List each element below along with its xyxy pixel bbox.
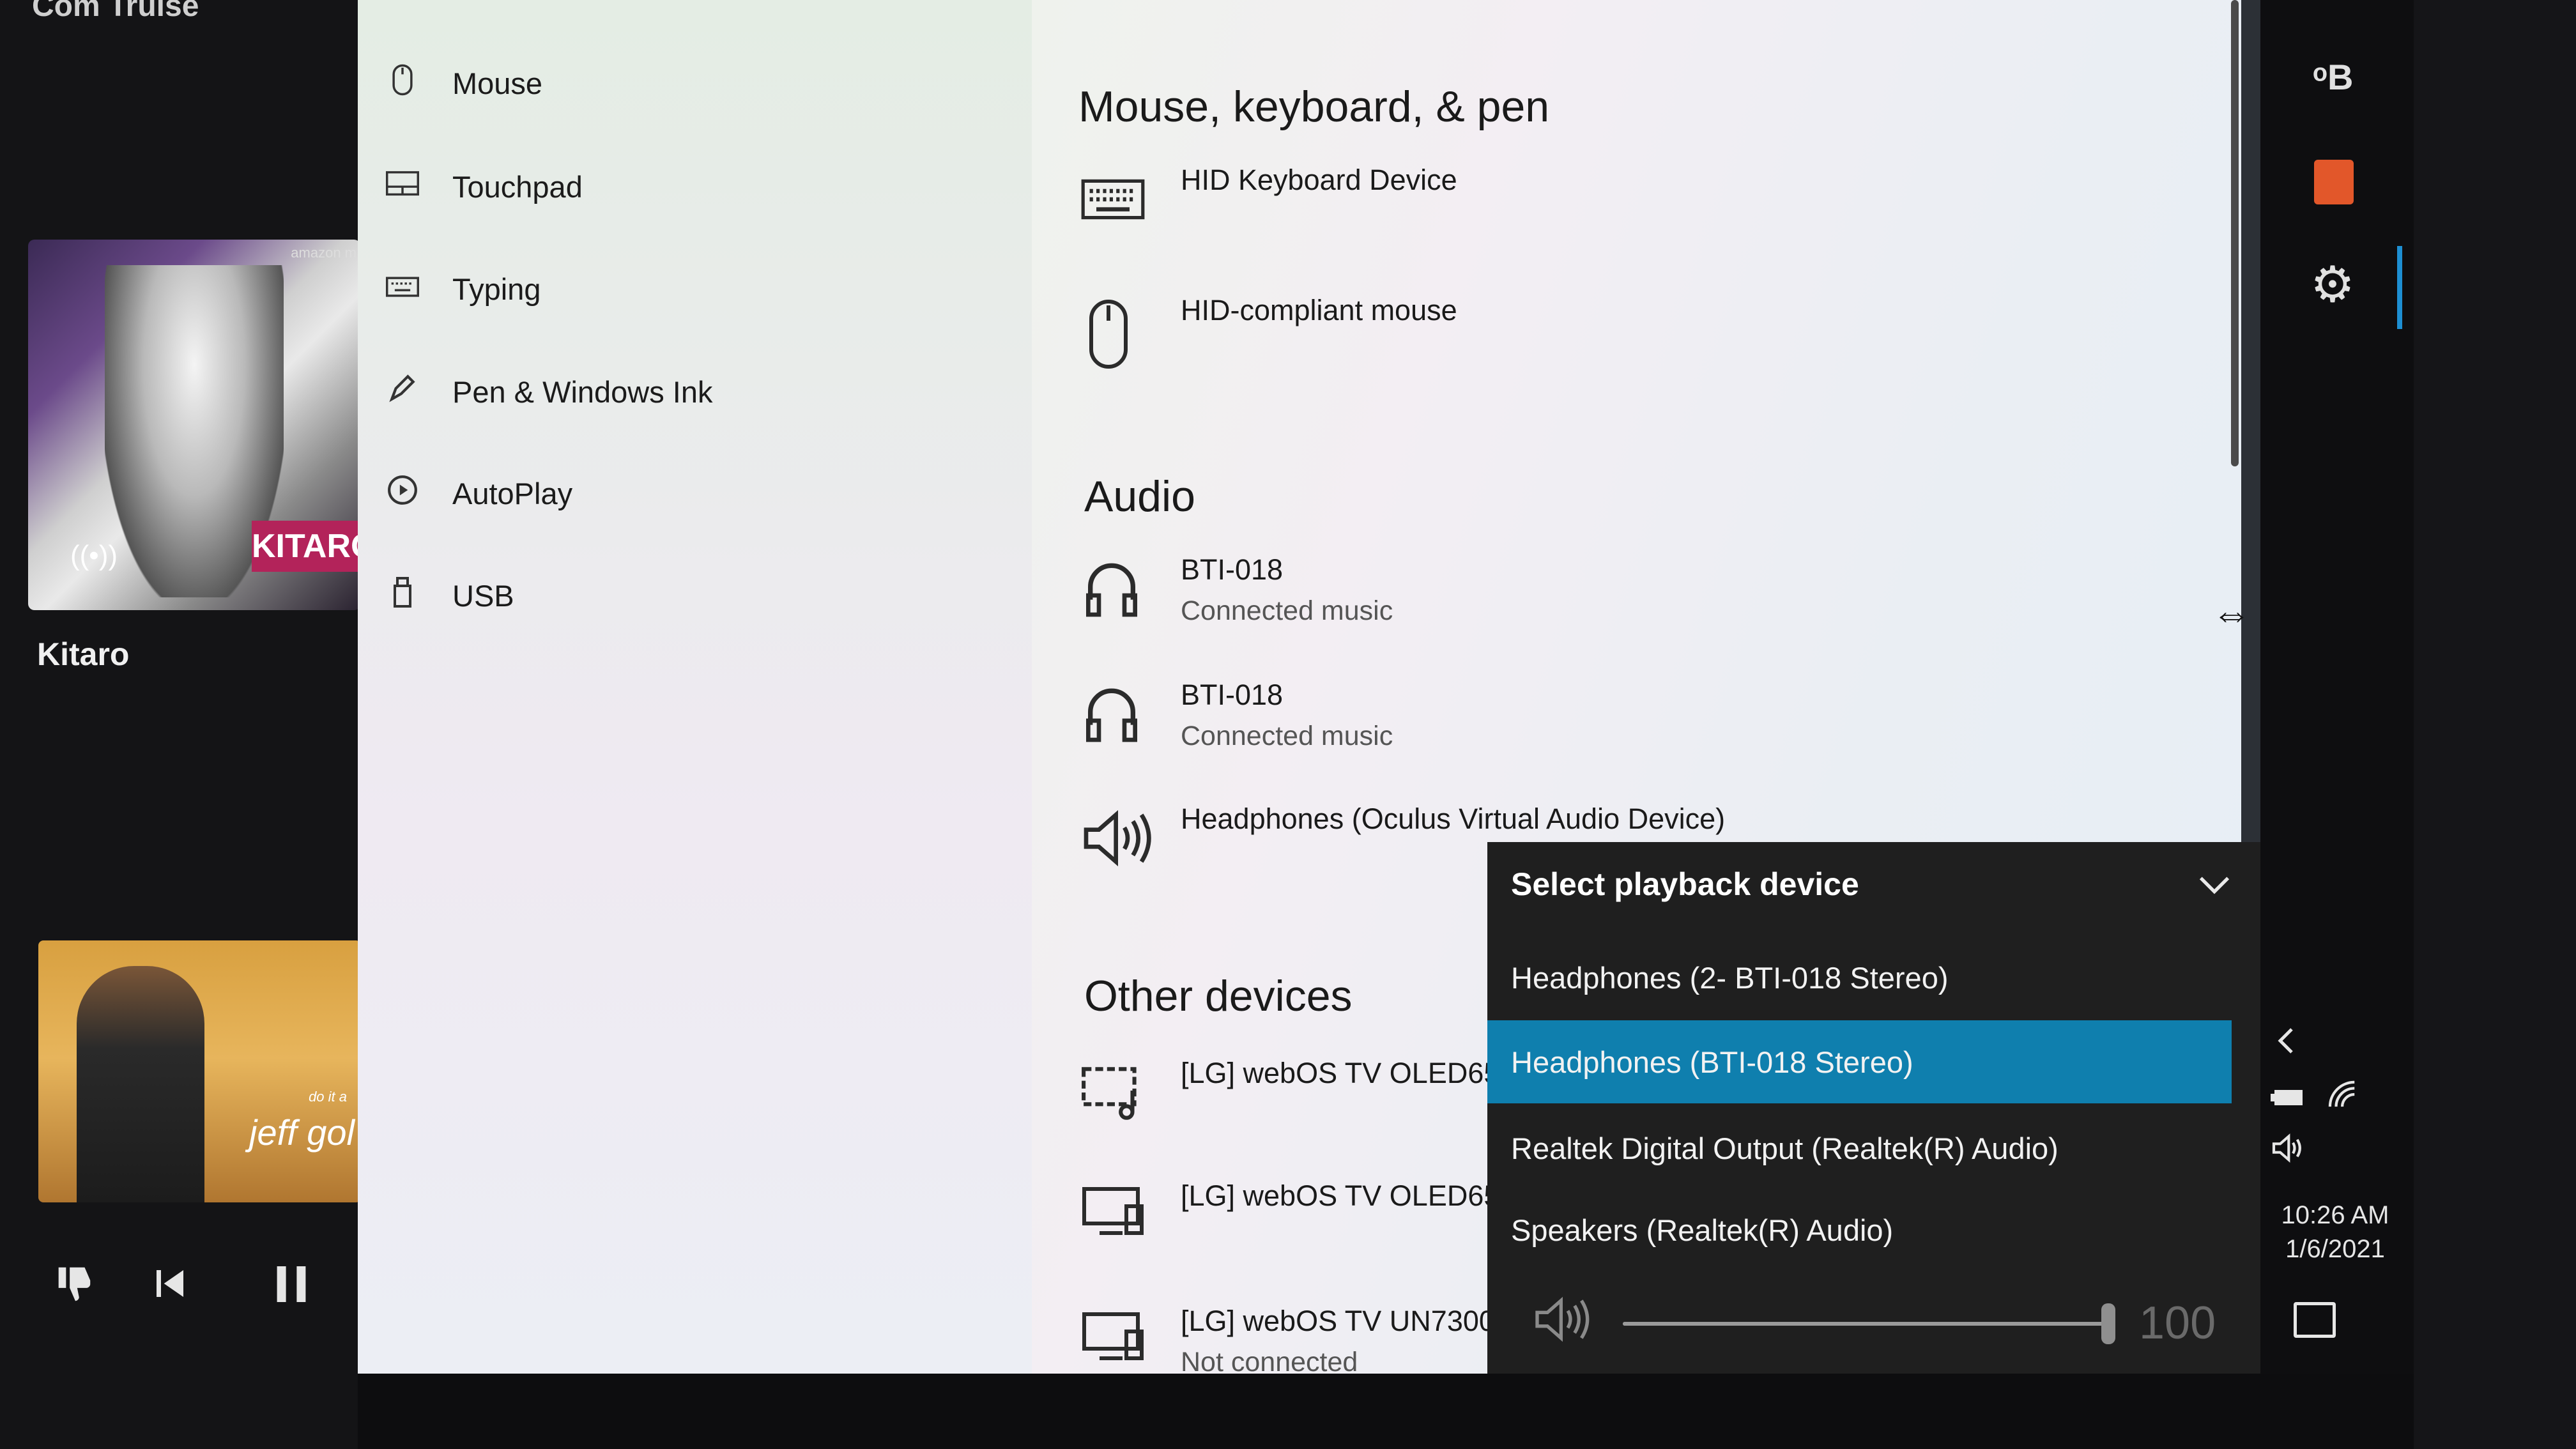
keyboard-icon	[1080, 167, 1156, 244]
thumbs-down-icon[interactable]	[51, 1262, 96, 1317]
nav-item-label: Mouse	[452, 66, 543, 100]
cast-icon[interactable]: ((•))	[70, 540, 118, 572]
chevron-down-icon[interactable]	[2198, 866, 2231, 904]
app-b-icon[interactable]: ᵒB	[2313, 56, 2353, 98]
touchpad-icon	[383, 171, 422, 203]
wifi-icon[interactable]	[2327, 1080, 2360, 1117]
mouse-icon	[383, 63, 422, 103]
previous-icon[interactable]	[152, 1262, 188, 1312]
notification-icon[interactable]	[2294, 1302, 2336, 1338]
mouse-icon	[1080, 298, 1156, 374]
flyout-title: Select playback device	[1511, 866, 1859, 902]
nav-item-label: Typing	[452, 272, 541, 306]
headphones-icon	[1080, 682, 1156, 759]
device-name: [LG] webOS TV OLED65(	[1181, 1057, 1510, 1089]
section-title-input: Mouse, keyboard, & pen	[1078, 82, 1550, 131]
album-art-text: jeff gol	[249, 1112, 355, 1153]
right-bezel	[2414, 0, 2576, 1449]
nav-item-label: AutoPlay	[452, 476, 573, 510]
section-title-other-devices: Other devices	[1084, 972, 1353, 1020]
playback-item-label: Speakers (Realtek(R) Audio)	[1511, 1213, 1894, 1247]
content-scrollbar[interactable]	[2231, 0, 2239, 466]
pause-icon[interactable]	[273, 1262, 309, 1317]
playback-item-label: Headphones (2- BTI-018 Stereo)	[1511, 960, 1949, 995]
album-art-banner: KITARO	[252, 521, 360, 572]
nav-item-mouse[interactable]: Mouse	[383, 57, 542, 109]
playback-item-bti-018-selected[interactable]: Headphones (BTI-018 Stereo)	[1487, 1020, 2232, 1103]
nav-item-pen-windows-ink[interactable]: Pen & Windows Ink	[383, 366, 713, 417]
music-app-panel	[0, 0, 358, 1449]
nav-item-autoplay[interactable]: AutoPlay	[383, 468, 572, 519]
autoplay-icon	[383, 474, 422, 513]
powerpoint-icon[interactable]	[2314, 160, 2354, 204]
headphones-icon	[1080, 557, 1156, 634]
clock-time[interactable]: 10:26 AM	[2265, 1201, 2405, 1230]
volume-icon[interactable]	[1532, 1294, 1593, 1354]
volume-value: 100	[2139, 1298, 2216, 1349]
battery-icon[interactable]	[2269, 1081, 2308, 1118]
active-indicator	[2397, 246, 2402, 329]
media-device-icon	[1080, 1061, 1156, 1137]
nav-item-label: USB	[452, 578, 514, 613]
playback-item-bti-018-2[interactable]: Headphones (2- BTI-018 Stereo)	[1487, 936, 2232, 1019]
nav-item-label: Pen & Windows Ink	[452, 374, 713, 409]
device-name: [LG] webOS TV UN7300	[1181, 1305, 1495, 1337]
playback-item-label: Headphones (BTI-018 Stereo)	[1511, 1045, 1913, 1079]
gear-icon[interactable]: ⚙	[2310, 256, 2355, 314]
nav-item-touchpad[interactable]: Touchpad	[383, 161, 583, 212]
pen-icon	[383, 372, 422, 411]
volume-slider-fill	[1623, 1322, 2108, 1326]
album-art-tag: amazon m	[291, 245, 356, 261]
device-name: [LG] webOS TV OLED65(	[1181, 1179, 1510, 1212]
display-device-icon	[1080, 1183, 1156, 1260]
nav-item-typing[interactable]: Typing	[383, 263, 540, 314]
artist-label[interactable]: Kitaro	[37, 636, 129, 673]
speaker-icon	[1080, 806, 1156, 883]
playback-item-realtek-speakers[interactable]: Speakers (Realtek(R) Audio)	[1487, 1188, 2232, 1271]
music-app-title: Com Truise	[32, 0, 199, 23]
playback-item-label: Realtek Digital Output (Realtek(R) Audio…	[1511, 1131, 2058, 1165]
speaker-tray-icon[interactable]	[2269, 1132, 2310, 1172]
device-name: HID-compliant mouse	[1181, 294, 1457, 326]
device-status: Connected music	[1181, 721, 1393, 751]
album-art-jeff-golub[interactable]: do it a jeff gol	[38, 940, 361, 1202]
section-title-audio: Audio	[1084, 472, 1195, 521]
resize-cursor-icon: ⇔	[2212, 592, 2251, 636]
device-name: BTI-018	[1181, 678, 1284, 711]
album-art-person	[77, 966, 204, 1202]
usb-icon	[383, 576, 422, 616]
device-status: Connected music	[1181, 595, 1393, 626]
keyboard-icon	[383, 273, 422, 305]
bottom-bezel	[358, 1374, 2576, 1449]
clock-date[interactable]: 1/6/2021	[2265, 1235, 2405, 1264]
chevron-left-icon[interactable]	[2276, 1025, 2295, 1062]
window-border	[2241, 0, 2260, 843]
nav-item-usb[interactable]: USB	[383, 570, 514, 621]
device-name: HID Keyboard Device	[1181, 164, 1457, 196]
album-art-small-text: do it a	[309, 1089, 347, 1105]
device-name: BTI-018	[1181, 553, 1284, 586]
device-name: Headphones (Oculus Virtual Audio Device)	[1181, 802, 1726, 835]
playback-item-realtek-digital[interactable]: Realtek Digital Output (Realtek(R) Audio…	[1487, 1107, 2232, 1190]
volume-slider-thumb[interactable]	[2101, 1303, 2115, 1344]
nav-item-label: Touchpad	[452, 169, 583, 204]
